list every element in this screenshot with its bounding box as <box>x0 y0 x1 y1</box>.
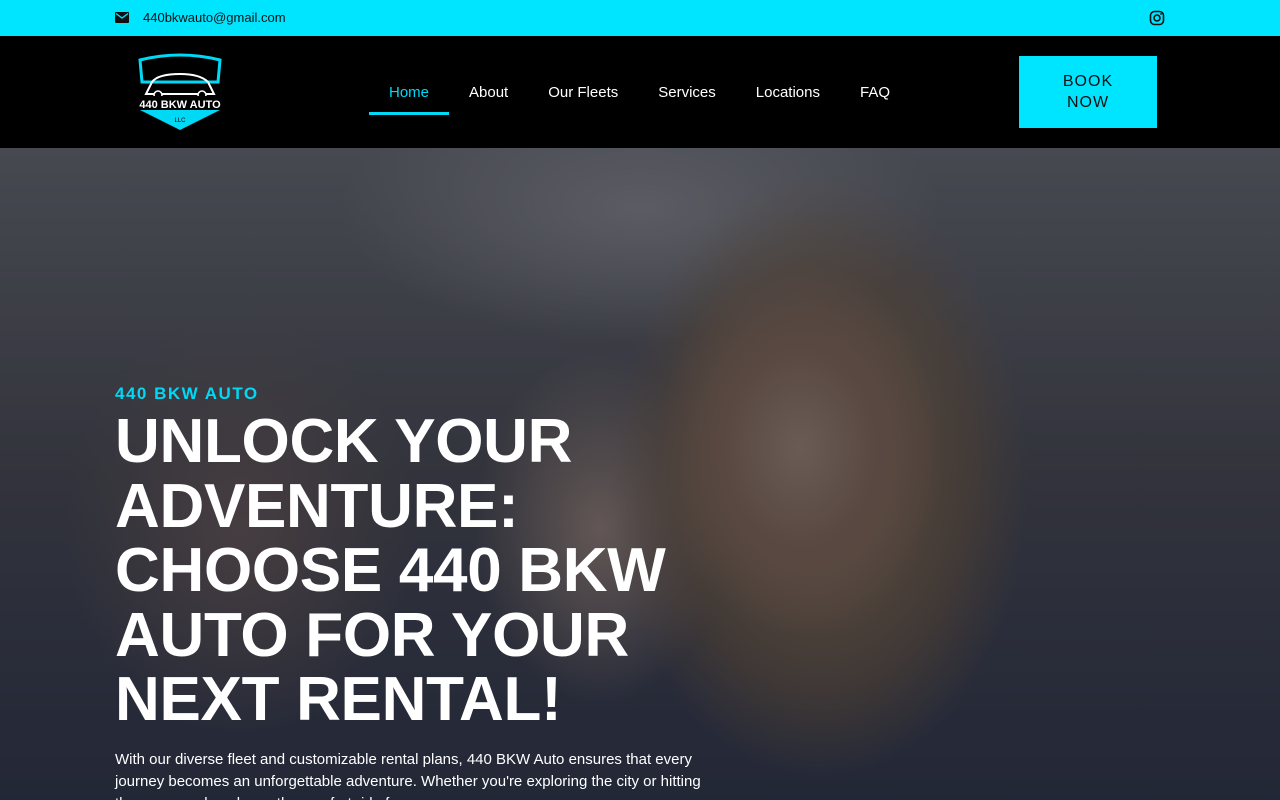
nav-our-fleets[interactable]: Our Fleets <box>528 36 638 148</box>
hero-eyebrow: 440 BKW AUTO <box>115 384 259 403</box>
mail-icon <box>115 12 129 23</box>
email-link[interactable]: 440bkwauto@gmail.com <box>143 10 286 26</box>
site-header: 440 BKW AUTO LLC Home About Our Fleets S… <box>0 36 1280 148</box>
top-bar: 440bkwauto@gmail.com <box>0 0 1280 36</box>
nav-locations[interactable]: Locations <box>736 36 840 148</box>
logo-shield-icon <box>138 53 222 84</box>
hero-headline: UNLOCK YOUR ADVENTURE: CHOOSE 440 BKW AU… <box>115 407 666 734</box>
nav-services[interactable]: Services <box>638 36 736 148</box>
book-now-label: BOOK NOW <box>1062 73 1114 111</box>
nav-home[interactable]: Home <box>369 36 450 148</box>
main-nav: Home About Our Fleets Services Locations… <box>369 36 910 148</box>
book-now-button[interactable]: BOOK NOW <box>1019 56 1157 128</box>
logo[interactable]: 440 BKW AUTO LLC <box>118 52 242 136</box>
nav-faq[interactable]: FAQ <box>840 36 910 148</box>
instagram-icon[interactable] <box>1149 10 1165 26</box>
hero-subtext: With our diverse fleet and customizable … <box>115 751 701 800</box>
nav-about[interactable]: About <box>449 36 528 148</box>
svg-text:440 BKW AUTO: 440 BKW AUTO <box>139 99 221 111</box>
svg-text:LLC: LLC <box>174 118 186 124</box>
hero-section: 440 BKW AUTO UNLOCK YOUR ADVENTURE: CHOO… <box>0 148 1280 800</box>
